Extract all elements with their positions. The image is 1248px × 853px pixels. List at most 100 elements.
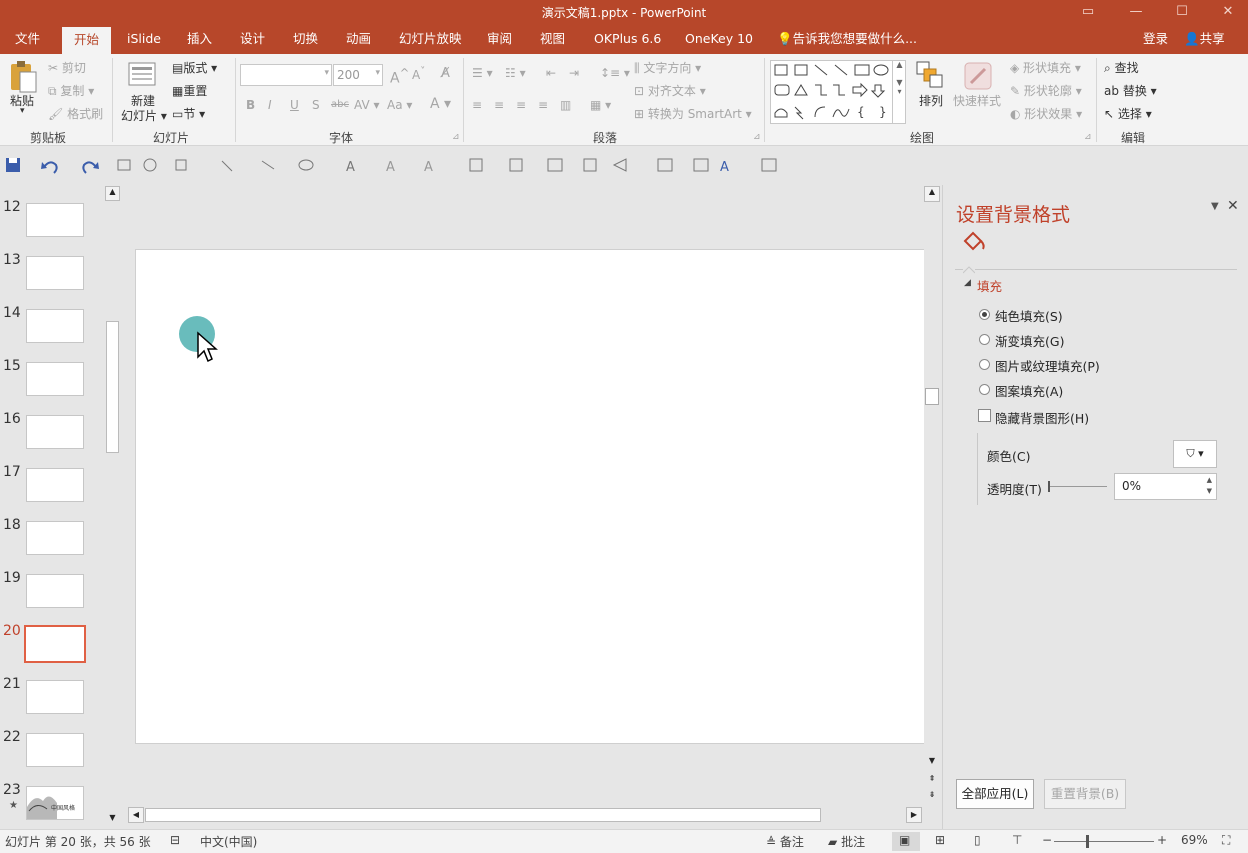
arrange-icon[interactable]: [916, 61, 944, 89]
spell-check-icon[interactable]: ⊟: [170, 833, 180, 847]
find-button[interactable]: ⌕ 查找: [1104, 59, 1139, 76]
undo-icon[interactable]: [41, 161, 58, 174]
drawing-dialog-launcher-icon[interactable]: ⊿: [1084, 132, 1092, 142]
zoom-slider-thumb[interactable]: [1086, 835, 1089, 848]
slide-thumbnail-selected[interactable]: [24, 625, 86, 663]
distributed-icon[interactable]: ▥: [560, 98, 571, 112]
scroll-left-icon[interactable]: ◀: [128, 807, 144, 823]
solid-fill-radio[interactable]: [979, 309, 990, 320]
tab-transitions[interactable]: 切换: [291, 26, 320, 54]
editor-vertical-scrollbar[interactable]: ▲ ▼ ⇞ ⇟: [924, 186, 940, 806]
reset-button[interactable]: ▦重置: [172, 82, 207, 99]
gradient-fill-radio[interactable]: [979, 334, 990, 345]
normal-view-icon[interactable]: ▣: [899, 833, 910, 847]
solid-fill-label[interactable]: 纯色填充(S): [995, 306, 1063, 325]
strikethrough-button[interactable]: abc: [331, 99, 349, 110]
scroll-down-icon[interactable]: ▼: [105, 813, 120, 828]
scroll-up-icon[interactable]: ▲: [105, 186, 120, 201]
reading-view-icon[interactable]: ▯: [974, 833, 981, 847]
shape-outline-button[interactable]: ✎ 形状轮廓 ▾: [1010, 82, 1082, 99]
transparency-slider-thumb[interactable]: [1048, 481, 1050, 492]
justify-icon[interactable]: ≡: [538, 98, 548, 112]
char-spacing-button[interactable]: AV ▾: [354, 98, 380, 112]
increase-font-icon[interactable]: A^: [390, 66, 409, 87]
hide-bg-checkbox[interactable]: [978, 409, 991, 422]
convert-smartart-button[interactable]: ⊞ 转换为 SmartArt ▾: [634, 105, 752, 122]
slide-sorter-icon[interactable]: ⊞: [935, 833, 945, 847]
shapes-gallery-scroll[interactable]: ▲ ▼ ▾: [892, 60, 906, 124]
comments-button[interactable]: ▰ 批注: [828, 833, 865, 850]
ribbon-display-icon[interactable]: ▭: [1078, 2, 1098, 22]
align-center-icon[interactable]: ≡: [494, 98, 504, 112]
new-slide-icon[interactable]: [128, 60, 158, 90]
redo-icon[interactable]: [82, 161, 99, 174]
new-slide-button[interactable]: 幻灯片 ▾: [121, 107, 167, 124]
line-spacing-icon[interactable]: ↕≡ ▾: [600, 66, 630, 80]
align-left-icon[interactable]: ≡: [472, 98, 482, 112]
font-name-input[interactable]: ▾: [240, 64, 332, 86]
arrange-button[interactable]: 排列: [919, 92, 943, 109]
scroll-up-icon[interactable]: ▲: [924, 186, 940, 202]
maximize-button[interactable]: ☐: [1172, 2, 1192, 22]
color-picker-button[interactable]: ⛉ ▾: [1173, 440, 1217, 468]
close-button[interactable]: ✕: [1218, 2, 1238, 22]
slide-thumbnail[interactable]: [26, 733, 84, 767]
minimize-button[interactable]: —: [1126, 2, 1146, 22]
change-case-button[interactable]: Aa ▾: [387, 98, 412, 112]
tab-onekey[interactable]: OneKey 10: [683, 26, 755, 54]
replace-button[interactable]: ab 替换 ▾: [1104, 82, 1157, 99]
reset-background-button[interactable]: 重置背景(B): [1044, 779, 1126, 809]
zoom-slider[interactable]: [1054, 841, 1154, 842]
layout-button[interactable]: ▤版式 ▾: [172, 59, 217, 76]
shape-fill-button[interactable]: ◈ 形状填充 ▾: [1010, 59, 1081, 76]
tab-view[interactable]: 视图: [538, 26, 567, 54]
pattern-fill-radio[interactable]: [979, 384, 990, 395]
clear-format-icon[interactable]: A̸: [441, 66, 450, 81]
slideshow-icon[interactable]: ⊤: [1012, 833, 1022, 847]
tab-insert[interactable]: 插入: [185, 26, 214, 54]
apply-to-all-button[interactable]: 全部应用(L): [956, 779, 1034, 809]
text-direction-button[interactable]: ⫼ 文字方向 ▾: [634, 59, 701, 76]
decrease-indent-icon[interactable]: ⇤: [546, 66, 556, 80]
tab-review[interactable]: 审阅: [485, 26, 514, 54]
align-right-icon[interactable]: ≡: [516, 98, 526, 112]
tab-animations[interactable]: 动画: [344, 26, 373, 54]
thumbnail-scrollbar[interactable]: ▲ ▼: [105, 186, 120, 828]
save-icon[interactable]: [6, 158, 20, 172]
pattern-fill-label[interactable]: 图案填充(A): [995, 381, 1063, 400]
numbering-icon[interactable]: ☷ ▾: [505, 66, 526, 80]
cut-button[interactable]: ✂ 剪切: [48, 59, 86, 76]
scroll-down-icon[interactable]: ▼: [924, 756, 940, 770]
slide-thumbnail[interactable]: [26, 468, 84, 502]
shape-effects-button[interactable]: ◐ 形状效果 ▾: [1010, 105, 1082, 122]
bullets-icon[interactable]: ☰ ▾: [472, 66, 493, 80]
zoom-in-button[interactable]: +: [1157, 833, 1167, 847]
picture-fill-radio[interactable]: [979, 359, 990, 370]
paste-icon[interactable]: [8, 60, 38, 94]
quick-styles-icon[interactable]: [963, 61, 993, 91]
scroll-right-icon[interactable]: ▶: [906, 807, 922, 823]
zoom-out-button[interactable]: −: [1042, 833, 1052, 847]
decrease-font-icon[interactable]: A˅: [412, 66, 425, 82]
slide-thumbnail[interactable]: [26, 574, 84, 608]
previous-slide-icon[interactable]: ⇞: [924, 774, 940, 788]
section-collapse-icon[interactable]: ◢: [964, 278, 971, 288]
fit-to-window-icon[interactable]: ⛶: [1222, 833, 1230, 848]
underline-button[interactable]: U: [290, 98, 299, 112]
tab-slideshow[interactable]: 幻灯片放映: [397, 26, 464, 54]
format-painter-button[interactable]: 🖌 格式刷: [48, 105, 103, 122]
pane-close-icon[interactable]: ✕: [1227, 198, 1239, 214]
columns-icon[interactable]: ▦ ▾: [590, 98, 611, 112]
picture-fill-label[interactable]: 图片或纹理填充(P): [995, 356, 1100, 375]
slide-thumbnail[interactable]: [26, 203, 84, 237]
font-size-input[interactable]: 200 ▾: [333, 64, 383, 86]
italic-button[interactable]: I: [268, 98, 272, 112]
next-slide-icon[interactable]: ⇟: [924, 790, 940, 804]
login-link[interactable]: 登录: [1141, 26, 1170, 54]
tab-home[interactable]: 开始: [62, 27, 112, 54]
quick-styles-button[interactable]: 快速样式: [953, 92, 1001, 109]
section-button[interactable]: ▭节 ▾: [172, 105, 205, 122]
slide-thumbnail[interactable]: [26, 415, 84, 449]
scroll-thumb[interactable]: [145, 808, 821, 822]
language-status[interactable]: 中文(中国): [200, 833, 257, 850]
